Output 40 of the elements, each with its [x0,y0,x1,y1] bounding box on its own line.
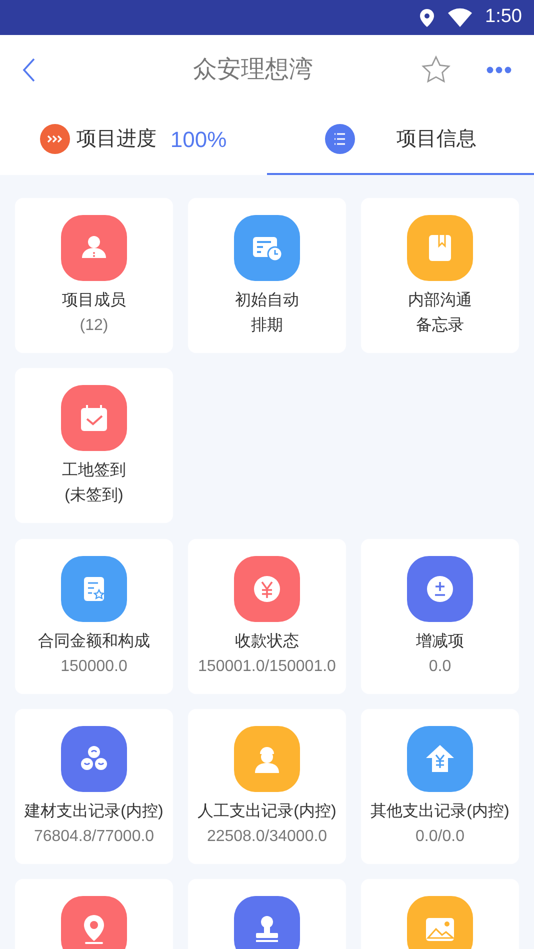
feature-label: 项目成员 [62,290,126,311]
feature-label: 增减项 [416,632,464,652]
feature-label: (未签到) [64,486,124,506]
location-icon [419,8,436,28]
progress-value: 100% [170,126,227,154]
feature-card[interactable]: 其他支出记录(内控) 0.0/0.0 [361,709,519,864]
feature-label: 其他支出记录(内控) [370,802,510,822]
list-icon [324,124,354,154]
tab[interactable]: 项目信息 [267,105,534,175]
feature-card[interactable]: 合同金额和构成 150000.0 [15,539,173,694]
feature-value: 22508.0/34000.0 [206,827,328,847]
page-title: 众安理想湾 [192,55,314,85]
feature-value: (12) [80,316,108,336]
feature-label: 人工支出记录(内控) [198,802,336,822]
wifi-icon [447,8,474,28]
feature-card[interactable]: 项目成员 (12) [15,198,173,353]
feature-value: 150001.0/150001.0 [198,657,336,677]
status-time: 1:50 [485,5,522,30]
progress-icon [40,124,70,154]
feature-label: 合同金额和构成 [38,632,150,652]
feature-label: 内部沟通 [408,290,472,311]
feature-value: 0.0 [428,657,452,677]
feature-card[interactable]: 增减项 0.0 [361,539,519,694]
feature-card[interactable]: 内部沟通 备忘录 [361,198,519,353]
feature-value: 76804.8/77000.0 [34,827,154,847]
feature-value: 0.0/0.0 [416,827,464,847]
tab[interactable]: 项目进度 100% [0,105,267,175]
feature-label: 工地签到 [62,460,126,481]
feature-card[interactable]: 收款状态 150001.0/150001.0 [188,539,346,694]
feature-value: 150000.0 [60,657,128,677]
feature-label: 排期 [251,316,283,336]
feature-label: 收款状态 [234,632,299,652]
feature-label: 备忘录 [416,315,464,336]
feature-card[interactable]: 人工支出记录(内控) 22508.0/34000.0 [188,709,346,864]
more-icon[interactable] [486,65,512,75]
feature-card[interactable]: 建材支出记录(内控) 76804.8/77000.0 [15,709,173,864]
feature-label: 建材支出记录(内控) [24,802,164,822]
feature-card[interactable]: 工地签到 (未签到) [15,368,173,523]
feature-label: 初始自动 [235,290,299,311]
feature-card[interactable]: 初始自动 排期 [188,198,346,353]
